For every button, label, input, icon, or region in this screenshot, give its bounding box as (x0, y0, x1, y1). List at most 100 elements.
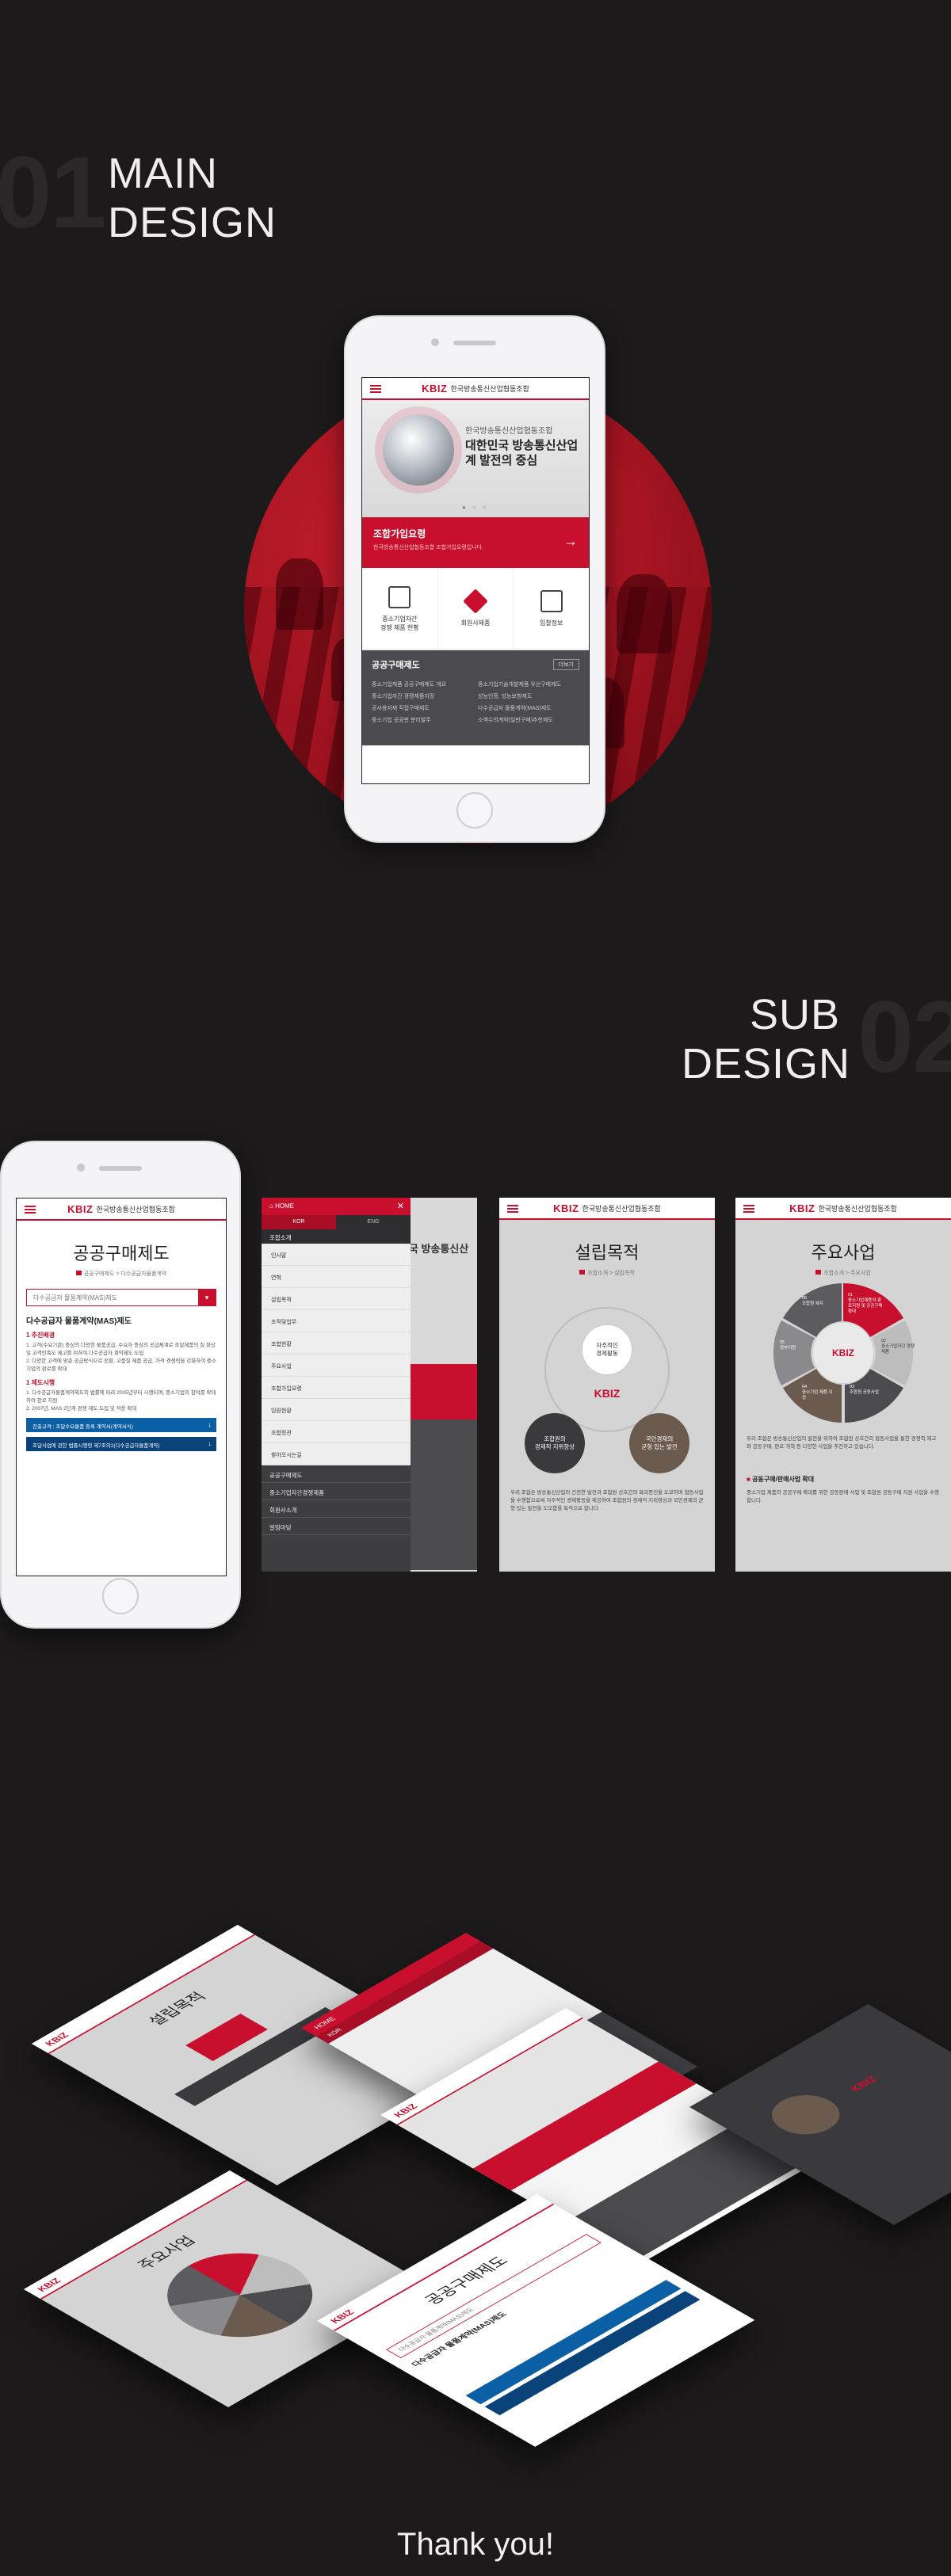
more-button[interactable]: 더보기 (552, 659, 579, 670)
nav-home-link[interactable]: HOME (275, 1202, 294, 1210)
nav-sub-item[interactable]: 설립목적 (262, 1288, 411, 1310)
procurement-item[interactable]: 중소기업기술개발제품 우선구매제도 (478, 680, 579, 688)
segment-label-01: 01 중소기업제품의 판로지원 및 공공구매 확대 (848, 1293, 883, 1314)
quick-link-label: 입찰정보 (539, 619, 563, 627)
main-screen: KBIZ 한국방송통신산업협동조합 한국방송통신산업협동조합 대한민국 방송통신… (361, 377, 590, 784)
segment-label-02: 02 중소기업자간 경쟁제품 (881, 1339, 915, 1355)
closing-text: Thank you! (397, 2527, 554, 2562)
nav-sub-item[interactable]: 주요사업 (262, 1355, 411, 1377)
menu-icon[interactable] (25, 1206, 36, 1214)
cube-icon (463, 589, 488, 614)
business-sub-heading: ■ 공동구매/판매사업 확대 (747, 1476, 815, 1483)
nav-group-about[interactable]: 조합소개 (262, 1229, 411, 1244)
business-sub-paragraph: 중소기업 제품의 공공구매 확대를 위한 공동판매 사업 및 조합원 공동구매 … (747, 1490, 939, 1503)
segment-label-04: 04 중소기업 제품 지정 (802, 1385, 833, 1400)
menu-icon[interactable] (370, 385, 381, 393)
menu-icon[interactable] (743, 1205, 754, 1213)
nav-submenu: 인사말 연혁 설립목적 조직및업무 조합현황 주요사업 조합가입요령 임원현황 … (262, 1244, 411, 1465)
org-name: 한국방송통신산업협동조합 (582, 1204, 661, 1213)
page-title: 주요사업 (811, 1243, 876, 1263)
category-select-value: 다수공급자 물품계약(MAS)제도 (33, 1294, 117, 1301)
nav-sub-item[interactable]: 연혁 (262, 1266, 411, 1288)
lang-eng[interactable]: ENG (336, 1215, 411, 1229)
quick-link-member-products[interactable]: 회원사제품 (438, 568, 514, 650)
section-title-sub-line1: SUB (749, 991, 840, 1038)
nav-main-item[interactable]: 중소기업자간경쟁제품 (262, 1483, 411, 1500)
doc-section-2: 1 제도시행 (26, 1379, 55, 1386)
procurement-item[interactable]: 공사용자재 직접구매제도 (372, 704, 473, 712)
nav-sub-item[interactable]: 조합정관 (262, 1421, 411, 1443)
purpose-node-right: 국민경제의 균형 있는 발전 (629, 1413, 689, 1473)
site-header: KBIZ 한국방송통신산업협동조합 (17, 1198, 226, 1221)
section-title-main-line2: DESIGN (108, 199, 277, 246)
crowd-figure (617, 574, 672, 654)
segment-label-03: 03 조합원 공동사업 (850, 1385, 879, 1395)
camera (77, 1164, 85, 1172)
nav-screen: 대한민국 방송통신산업계 ⌂ HOME✕ KOR ENG 조합소개 인사말 연혁… (262, 1198, 477, 1572)
quick-link-bid-info[interactable]: 입찰정보 (514, 568, 589, 650)
nav-sub-item[interactable]: 찾아오시는길 (262, 1443, 411, 1465)
nav-main-item[interactable]: 알림마당 (262, 1518, 411, 1535)
arrow-right-icon[interactable]: → (563, 533, 578, 550)
close-icon[interactable]: ✕ (397, 1201, 404, 1211)
download-bar[interactable]: 조달사업에 관한 법률시행령 제7조의2(다수공급자물품계약) ↓ (26, 1437, 216, 1451)
procurement-item[interactable]: 다수공급자 물품계약(MAS)제도 (478, 704, 579, 712)
home-icon[interactable] (815, 1270, 822, 1275)
site-logo[interactable]: KBIZ (67, 1203, 93, 1215)
join-banner[interactable]: 조합가입요령 한국방송통신산업협동조합 조합가입요령입니다. → (362, 517, 589, 568)
site-logo[interactable]: KBIZ (422, 383, 447, 394)
segment-label-06: 06 조합원 복지 (802, 1296, 823, 1306)
chevron-down-icon[interactable]: ▾ (198, 1290, 216, 1305)
site-header: KBIZ 한국방송통신산업협동조합 (499, 1198, 715, 1220)
procurement-item[interactable]: 성능인증, 성능보험제도 (478, 692, 579, 700)
home-button (456, 792, 493, 829)
segment-label-05: 05 정부지원 (780, 1340, 796, 1351)
purpose-paragraph: 우리 조합은 방송통신산업의 건전한 발전과 조합원 상호간의 복리증진을 도모… (510, 1490, 704, 1511)
nav-sub-item[interactable]: 임원현황 (262, 1399, 411, 1421)
carousel-dots[interactable]: ● ○ ○ (362, 504, 589, 511)
procurement-item[interactable]: 중소기업 공공판 분리발주 (372, 716, 473, 724)
hero-banner[interactable]: 한국방송통신산업협동조합 대한민국 방송통신산업계 발전의 중심 ● ○ ○ (362, 400, 589, 517)
download-icon[interactable]: ↓ (208, 1420, 212, 1428)
lang-kor[interactable]: KOR (262, 1215, 336, 1229)
join-banner-behind (404, 1364, 477, 1419)
globe-image (383, 414, 454, 486)
nav-main-item[interactable]: 공공구매제도 (262, 1465, 411, 1483)
purpose-center-logo: KBIZ (594, 1387, 621, 1400)
breadcrumb: 조합소개 > 주요사업 (735, 1269, 951, 1277)
download-bar[interactable]: 진출규격 : 조달수요물품 등록 계약서(계약서식) ↓ (26, 1418, 216, 1432)
org-name: 한국방송통신산업협동조합 (450, 384, 529, 393)
nav-sub-item[interactable]: 조합현황 (262, 1332, 411, 1355)
iso-node (758, 2086, 854, 2143)
site-header: KBIZ 한국방송통신산업협동조합 (362, 378, 589, 400)
site-header: KBIZ 한국방송통신산업협동조합 (735, 1198, 951, 1220)
home-icon[interactable] (75, 1271, 82, 1275)
category-select[interactable]: 다수공급자 물품계약(MAS)제도 ▾ (26, 1289, 216, 1306)
menu-icon[interactable] (507, 1205, 518, 1213)
nav-sub-item[interactable]: 조합가입요령 (262, 1377, 411, 1399)
iso-logo: KBIZ (846, 2074, 880, 2094)
download-bar-label: 조달사업에 관한 법률시행령 제7조의2(다수공급자물품계약) (32, 1443, 160, 1449)
site-logo[interactable]: KBIZ (789, 1202, 815, 1214)
doc-paragraph: 2. 2007년, MAS 2단계 경쟁 제도 도입 및 적용 확대 (26, 1406, 137, 1412)
mas-screen: KBIZ 한국방송통신산업협동조합 공공구매제도 공공구매제도 > 다수공급자물… (16, 1198, 227, 1576)
procurement-item[interactable]: 중소기업제품 공공구매제도 개요 (372, 680, 473, 688)
doc-paragraph: 1. 고객(수요기관) 중심의 다양한 물품공급. 수요자 중심의 공급체계로 … (26, 1343, 216, 1356)
nav-main-item[interactable]: 회원사소개 (262, 1500, 411, 1518)
download-icon[interactable]: ↓ (208, 1439, 212, 1447)
speaker (453, 341, 496, 345)
nav-sub-item[interactable]: 조직및업무 (262, 1310, 411, 1332)
procurement-item[interactable]: 소액수의계약(일반구매)추천제도 (478, 716, 579, 724)
camera (431, 338, 439, 346)
hero-line1: 한국방송통신산업협동조합 (465, 427, 553, 436)
isometric-mockups: KBIZ 설립목적 HOME KOR 공공구매제도 KBIZ KBIZ KBIZ… (0, 1846, 951, 2495)
doc-paragraph: 2. 다양한 고객에 맞춘 공급방식으로 전환, 고품질 제품 공급, 가격 경… (26, 1358, 217, 1372)
section-number-sub: 02 (857, 981, 951, 1094)
procurement-item[interactable]: 중소기업자간 경쟁제품지정 (372, 692, 473, 700)
document-body: 다수공급자 물품계약(MAS)제도 1 추진배경 1. 고객(수요기관) 중심의… (17, 1306, 226, 1413)
org-name: 한국방송통신산업협동조합 (96, 1205, 175, 1214)
section-title-sub-line2: DESIGN (682, 1040, 851, 1088)
quick-link-competitive-products[interactable]: 중소기업자간 경쟁 제품 현황 (362, 568, 438, 650)
site-logo[interactable]: KBIZ (553, 1202, 579, 1214)
nav-sub-item[interactable]: 인사말 (262, 1244, 411, 1266)
